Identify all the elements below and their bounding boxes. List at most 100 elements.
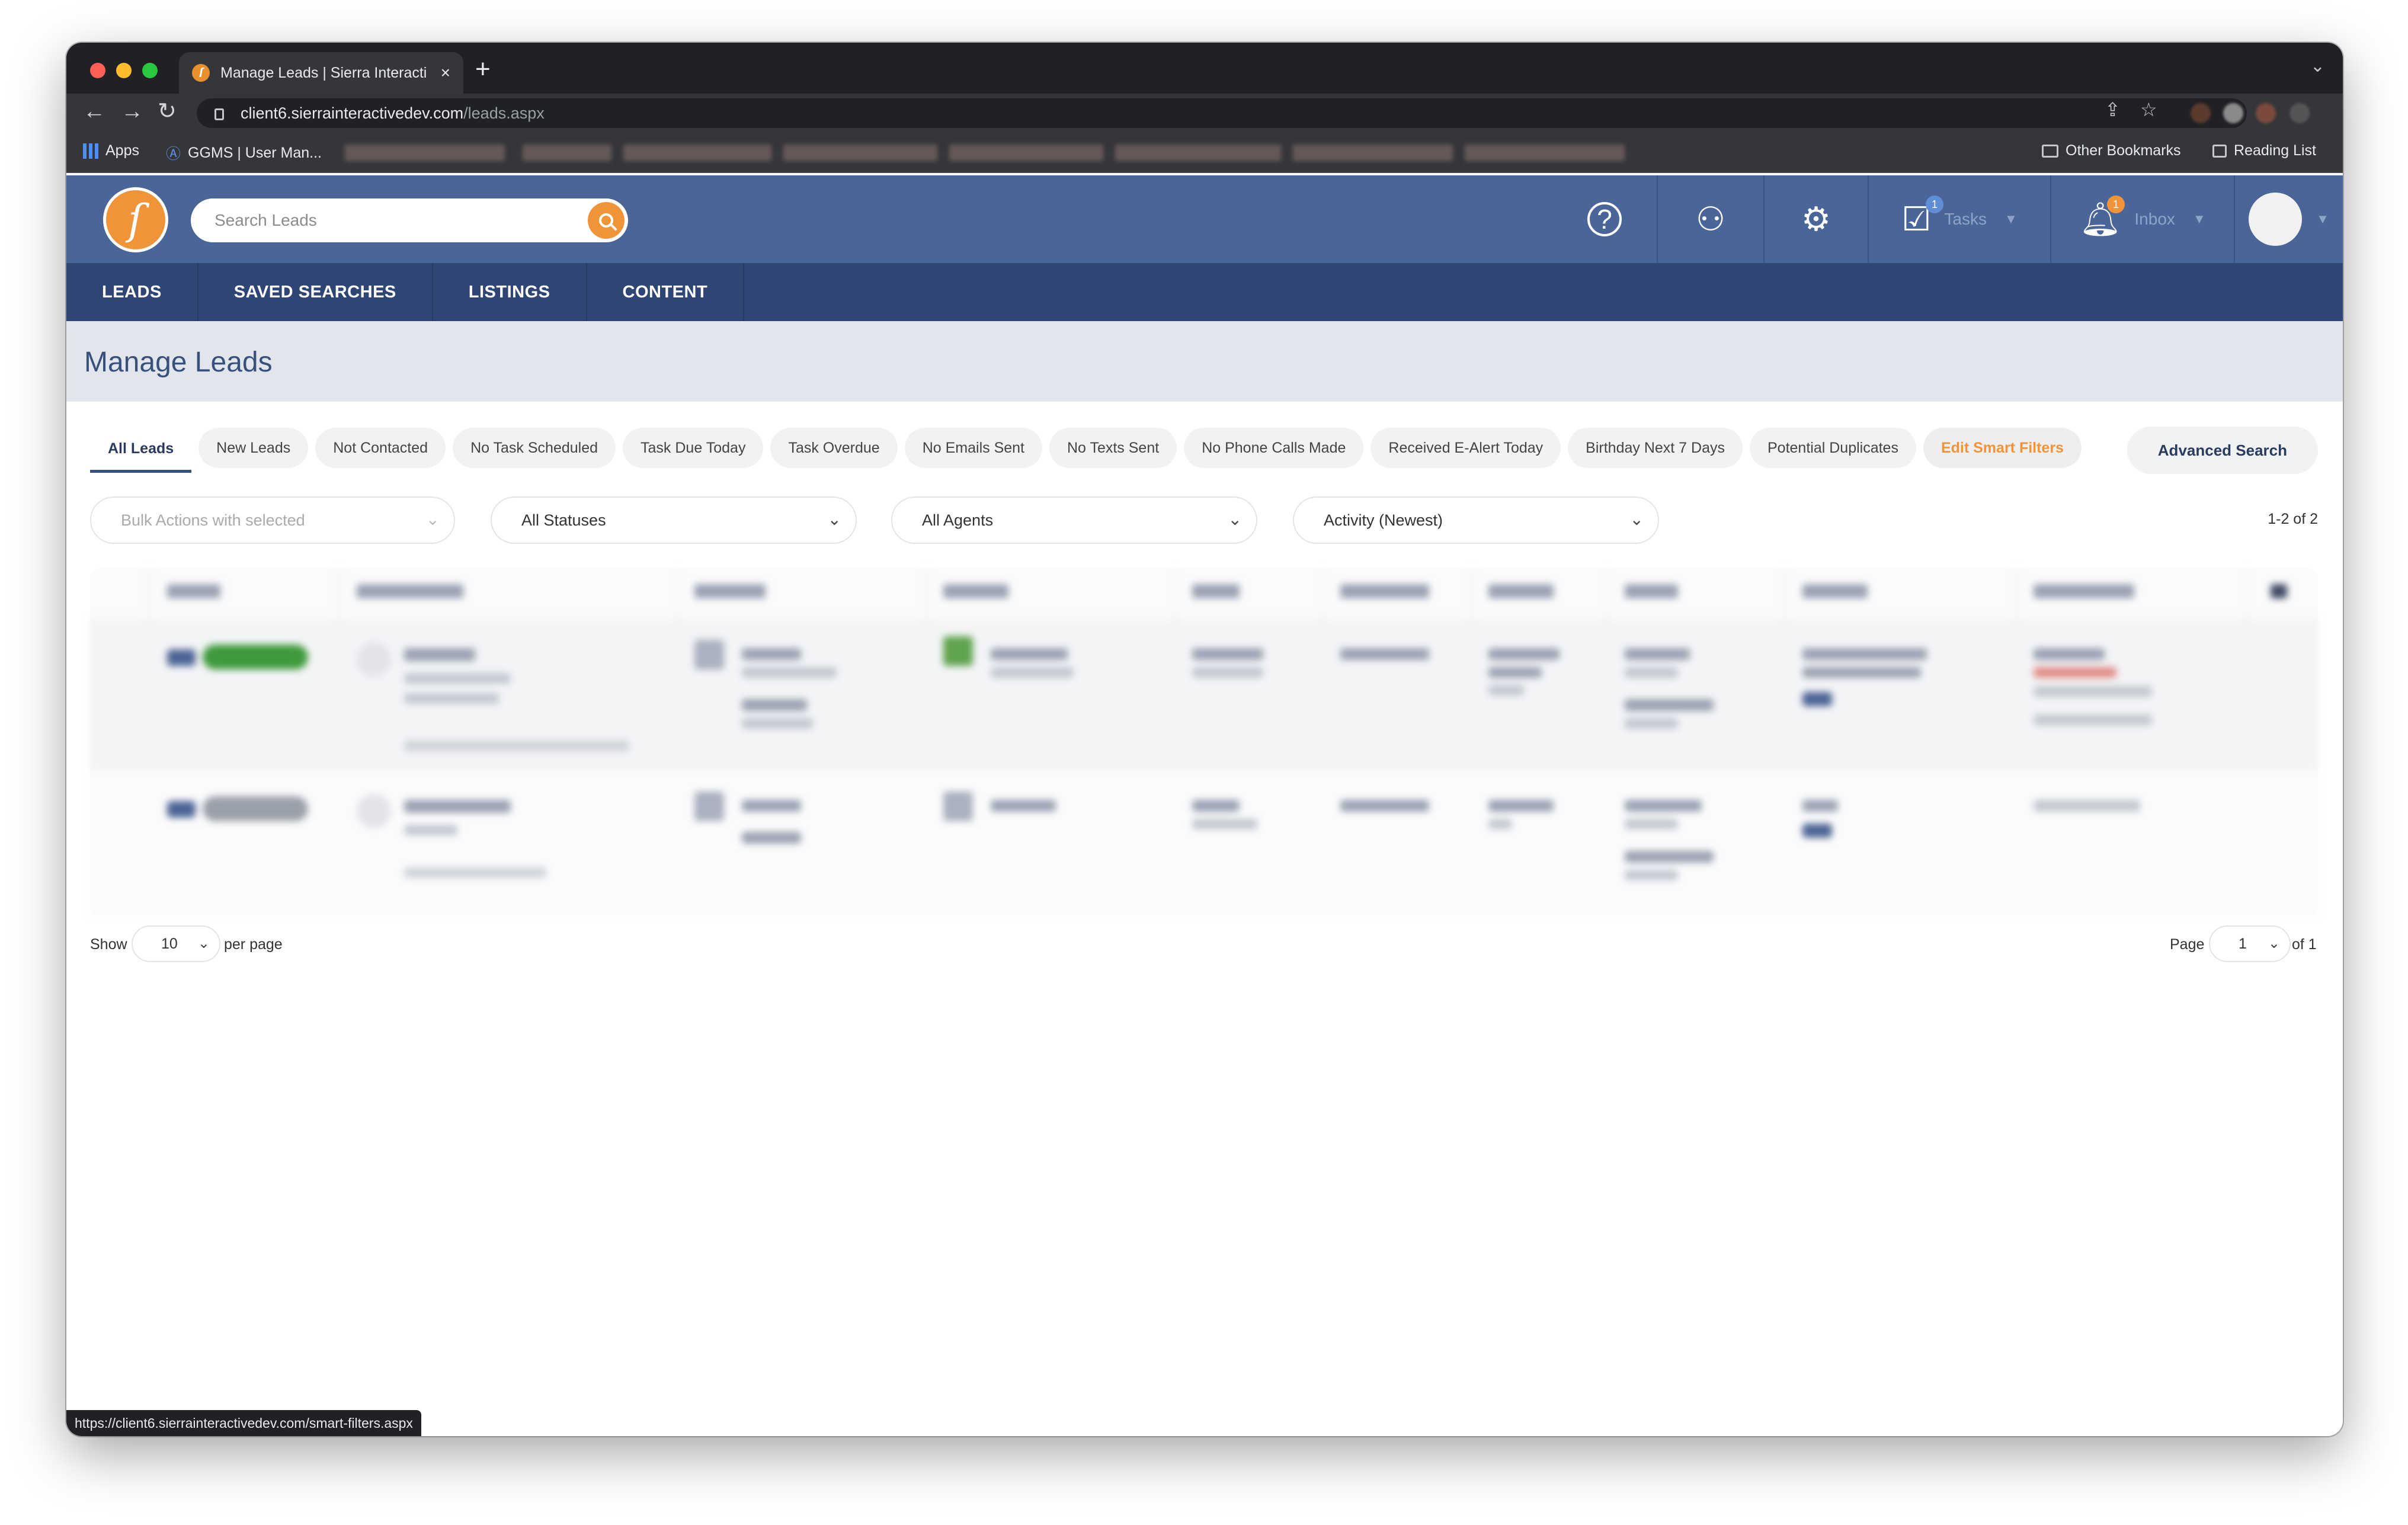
- sort-select-value: Activity (Newest): [1324, 511, 1443, 529]
- page-label: Page: [2170, 936, 2205, 953]
- filter-tab-no-emails-sent[interactable]: No Emails Sent: [904, 428, 1042, 468]
- bookmark-ggms[interactable]: Ⓐ GGMS | User Man...: [166, 142, 322, 164]
- bookmark-star-icon[interactable]: ☆: [2140, 98, 2157, 121]
- filter-tab-task-overdue[interactable]: Task Overdue: [770, 428, 898, 468]
- search-icon: [599, 213, 613, 228]
- per-page-select[interactable]: 10 ⌄: [132, 925, 220, 962]
- folder-icon: [2042, 144, 2058, 158]
- advanced-search-button[interactable]: Advanced Search: [2127, 427, 2318, 474]
- forward-arrow-icon[interactable]: →: [121, 98, 143, 124]
- search-leads-field[interactable]: [191, 198, 628, 242]
- show-label: Show: [90, 936, 127, 953]
- settings-button[interactable]: ⚙: [1763, 175, 1868, 263]
- tab-title: Manage Leads | Sierra Interacti: [220, 64, 427, 81]
- user-menu[interactable]: ▼: [2234, 175, 2343, 263]
- profile-icon[interactable]: [2256, 103, 2276, 123]
- agent-select-value: All Agents: [922, 511, 994, 529]
- bookmark-blurred[interactable]: [623, 145, 771, 161]
- filter-tab-all-leads[interactable]: All Leads: [90, 428, 192, 473]
- table-row[interactable]: [90, 619, 2318, 770]
- tab-close-icon[interactable]: ×: [441, 63, 450, 82]
- bookmark-label: Other Bookmarks: [2066, 142, 2181, 159]
- filter-tab-birthday[interactable]: Birthday Next 7 Days: [1568, 428, 1743, 468]
- agent-select[interactable]: All Agents ⌄: [891, 496, 1257, 544]
- sort-select[interactable]: Activity (Newest) ⌄: [1293, 496, 1659, 544]
- extension-icon[interactable]: [2223, 103, 2243, 123]
- inbox-label: Inbox: [2134, 210, 2175, 228]
- bookmark-other[interactable]: Other Bookmarks: [2042, 142, 2181, 159]
- lock-icon: [214, 108, 224, 120]
- new-tab-button[interactable]: +: [475, 55, 491, 84]
- page-select-value: 1: [2239, 935, 2247, 952]
- chevron-down-icon: ⌄: [1228, 510, 1242, 528]
- reading-list-icon: [2212, 144, 2227, 158]
- nav-leads[interactable]: LEADS: [66, 263, 198, 321]
- link-status-bar: https://client6.sierrainteractivedev.com…: [66, 1410, 421, 1436]
- status-select[interactable]: All Statuses ⌄: [491, 496, 857, 544]
- browser-tab-strip: ſ Manage Leads | Sierra Interacti × + ⌄: [66, 43, 2343, 94]
- filter-tab-new-leads[interactable]: New Leads: [198, 428, 309, 468]
- bookmark-apps[interactable]: Apps: [83, 142, 139, 159]
- sierra-logo[interactable]: ſ: [103, 187, 168, 252]
- status-select-value: All Statuses: [521, 511, 606, 529]
- url-path: /leads.aspx: [463, 104, 545, 122]
- team-button[interactable]: ⚇: [1657, 175, 1763, 263]
- bookmark-label: Apps: [105, 142, 139, 159]
- tab-search-chevron-icon[interactable]: ⌄: [2310, 56, 2325, 76]
- chevron-down-icon: ▼: [2192, 212, 2206, 226]
- tasks-label: Tasks: [1944, 210, 1987, 228]
- filter-tab-no-phone-calls[interactable]: No Phone Calls Made: [1184, 428, 1364, 468]
- chevron-down-icon: ⌄: [197, 935, 210, 951]
- per-page-label: per page: [224, 936, 283, 953]
- bookmark-blurred[interactable]: [949, 145, 1103, 161]
- nav-listings[interactable]: LISTINGS: [433, 263, 587, 321]
- filter-tab-potential-duplicates[interactable]: Potential Duplicates: [1750, 428, 1916, 468]
- bookmark-label: Reading List: [2234, 142, 2316, 159]
- chevron-down-icon: ⌄: [1629, 510, 1644, 528]
- nav-content[interactable]: CONTENT: [587, 263, 745, 321]
- inbox-menu[interactable]: 🔔︎ 1 Inbox ▼: [2050, 175, 2234, 263]
- favicon-icon: ſ: [192, 64, 210, 82]
- page-select[interactable]: 1 ⌄: [2209, 925, 2291, 962]
- filter-tab-not-contacted[interactable]: Not Contacted: [315, 428, 446, 468]
- chevron-down-icon: ⌄: [425, 510, 440, 528]
- close-window-button[interactable]: [90, 63, 105, 78]
- bookmark-blurred[interactable]: [783, 145, 937, 161]
- bookmark-blurred[interactable]: [1293, 145, 1453, 161]
- ggms-icon: Ⓐ: [166, 146, 181, 162]
- bookmark-blurred[interactable]: [523, 145, 611, 161]
- main-nav: LEADS SAVED SEARCHES LISTINGS CONTENT: [66, 263, 2343, 321]
- app-header: ſ ? ⚇ ⚙ ☑ 1 Tasks ▼ 🔔︎ 1 Inbox ▼: [66, 175, 2343, 263]
- page-total-label: of 1: [2292, 936, 2317, 953]
- nav-saved-searches[interactable]: SAVED SEARCHES: [198, 263, 433, 321]
- extension-icon[interactable]: [2191, 103, 2211, 123]
- edit-smart-filters-button[interactable]: Edit Smart Filters: [1923, 428, 2082, 468]
- share-icon[interactable]: ⇪: [2105, 98, 2121, 121]
- chevron-down-icon: ▼: [2316, 212, 2329, 226]
- table-row[interactable]: [90, 770, 2318, 915]
- reload-icon[interactable]: ↻: [158, 98, 177, 124]
- help-button[interactable]: ?: [1552, 175, 1657, 263]
- chevron-down-icon: ▼: [2004, 212, 2018, 226]
- maximize-window-button[interactable]: [142, 63, 158, 78]
- tasks-menu[interactable]: ☑ 1 Tasks ▼: [1868, 175, 2050, 263]
- bookmark-blurred[interactable]: [1115, 145, 1281, 161]
- back-arrow-icon[interactable]: ←: [83, 98, 105, 124]
- search-input[interactable]: [214, 211, 570, 230]
- filter-tab-task-due-today[interactable]: Task Due Today: [623, 428, 764, 468]
- bookmark-blurred[interactable]: [345, 145, 505, 161]
- team-users-icon: ⚇: [1695, 200, 1726, 238]
- browser-tab[interactable]: ſ Manage Leads | Sierra Interacti ×: [179, 52, 463, 94]
- search-button[interactable]: [588, 202, 625, 239]
- bookmark-reading-list[interactable]: Reading List: [2212, 142, 2316, 159]
- bulk-actions-label: Bulk Actions with selected: [121, 511, 305, 529]
- filter-tab-received-e-alert[interactable]: Received E-Alert Today: [1370, 428, 1561, 468]
- filter-tab-no-task-scheduled[interactable]: No Task Scheduled: [453, 428, 616, 468]
- menu-icon[interactable]: [2289, 103, 2310, 123]
- bookmark-blurred[interactable]: [1465, 145, 1625, 161]
- filter-tab-no-texts-sent[interactable]: No Texts Sent: [1049, 428, 1177, 468]
- chevron-down-icon: ⌄: [2268, 935, 2280, 951]
- address-bar[interactable]: client6.sierrainteractivedev.com/leads.a…: [197, 98, 2247, 128]
- minimize-window-button[interactable]: [116, 63, 132, 78]
- bulk-actions-select[interactable]: Bulk Actions with selected ⌄: [90, 496, 455, 544]
